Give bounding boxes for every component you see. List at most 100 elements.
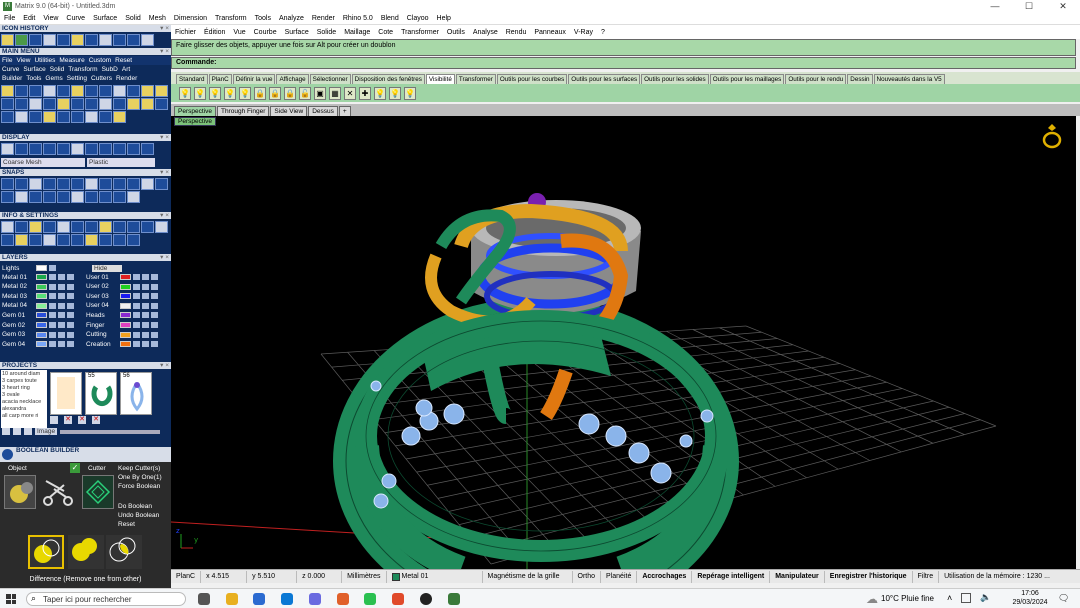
layer-color-swatch[interactable] [36,322,47,328]
rhino-menu-item[interactable]: Courbe [250,29,281,36]
layer-lock-icon[interactable] [133,274,140,280]
tool-icon[interactable] [15,85,28,97]
windows-start-icon[interactable] [6,594,16,604]
taskbar-search-box[interactable]: Taper ici pour rechercher [26,592,186,606]
rhino-menu-item[interactable]: Vue [229,29,249,36]
layer-color-swatch[interactable] [120,274,131,280]
tool-icon[interactable] [141,98,154,110]
tool-icon[interactable] [1,85,14,97]
tool-icon[interactable] [57,85,70,97]
menu-dimension[interactable]: Dimension [170,15,211,22]
tool-icon[interactable] [85,34,98,46]
tool-icon[interactable] [127,143,140,155]
layer-row[interactable]: User 02 [86,283,158,291]
layer-lock-icon[interactable] [133,341,140,348]
layer-material-icon[interactable] [67,293,74,300]
tool-icon[interactable] [99,85,112,97]
toolbar-tab[interactable]: Nouveautés dans la V5 [873,74,945,84]
layer-color-swatch[interactable] [36,341,47,348]
icon-history-header[interactable]: ICON HISTORY ▾ × [0,25,171,32]
tool-icon[interactable] [113,234,126,246]
gem-stone[interactable] [605,425,627,447]
layers-header[interactable]: LAYERS ▾ × [0,254,171,261]
gem-stone[interactable] [650,462,672,484]
layer-lock-icon[interactable] [49,283,56,290]
weather-status[interactable]: 10°C Pluie fine [881,594,934,603]
layer-row[interactable]: User 04 [86,302,158,310]
union-mode-button[interactable] [68,535,104,569]
layer-row[interactable]: Metal 01 [2,273,74,281]
tool-icon[interactable] [127,191,140,203]
tool-icon[interactable] [141,34,154,46]
display-header[interactable]: DISPLAY ▾ × [0,134,171,141]
layer-visibility-icon[interactable] [142,283,149,290]
add-project-icon[interactable] [2,428,10,435]
layer-row[interactable]: Gem 03 [2,331,74,339]
tool-icon[interactable] [99,111,112,123]
layer-material-icon[interactable] [151,302,158,309]
tool-icon[interactable] [29,98,42,110]
command-input[interactable] [222,59,1071,67]
project-list-item[interactable]: 3 carpes toute [2,378,46,385]
layer-color-swatch[interactable] [120,293,131,300]
lock-icon[interactable]: 🔒 [254,86,266,100]
gem-stone[interactable] [415,399,433,417]
tool-icon[interactable] [127,98,140,110]
scissors-icon[interactable] [40,475,76,509]
menu-render[interactable]: Render [308,15,339,22]
main-menu-item[interactable]: Curve [2,65,19,74]
layer-visibility-icon[interactable] [142,302,149,309]
toolbar-tab[interactable]: Disposition des fenêtres [351,74,425,84]
tool-icon[interactable] [29,34,42,46]
project-list-item[interactable]: 3 ovale [2,392,46,399]
tool-icon[interactable] [99,191,112,203]
tool-icon[interactable] [15,143,28,155]
toolbar-tab[interactable]: Dessin [847,74,873,84]
layer-visibility-icon[interactable] [58,293,65,300]
layer-visibility-icon[interactable] [58,283,65,290]
lightbulb-icon[interactable]: 💡 [179,86,191,100]
layer-lock-icon[interactable] [133,302,140,309]
matrix-taskbar-icon[interactable] [448,593,460,605]
tool-icon[interactable] [85,191,98,203]
layer-color-swatch[interactable] [120,302,131,309]
file-explorer-icon[interactable] [226,593,238,605]
layer-visibility-icon[interactable] [58,274,65,280]
viewport-tab[interactable]: Perspective [174,106,216,116]
tool-icon[interactable] [57,191,70,203]
ortho-toggle[interactable]: Ortho [573,570,602,583]
layer-row[interactable]: Gem 01 [2,311,74,319]
layer-row[interactable]: Finger [86,321,158,329]
rhino-menu-item[interactable]: V-Ray [570,29,597,36]
whatsapp-icon[interactable] [364,593,376,605]
current-layer-status[interactable]: Metal 01 [387,570,483,583]
project-list-item[interactable]: 3 heart ring [2,385,46,392]
layer-color-swatch[interactable] [120,331,131,338]
tool-icon[interactable] [99,178,112,190]
layer-row[interactable]: Metal 02 [2,283,74,291]
tool-icon[interactable] [127,221,140,233]
menu-file[interactable]: File [0,15,19,22]
rhino-menu-item[interactable]: Surface [281,29,313,36]
tool-icon[interactable] [15,34,28,46]
project-delete-icon-3[interactable]: ✕ [92,416,100,424]
tool-icon[interactable] [155,221,168,233]
project-list-item[interactable]: 10 around diam [2,371,46,378]
tool-icon[interactable] [15,234,28,246]
layer-material-icon[interactable] [67,341,74,348]
tool-icon[interactable] [15,98,28,110]
project-list-item[interactable]: acacia necklace [2,399,46,406]
gem-stone[interactable] [381,473,397,489]
visibility-tool-icon[interactable]: ▦ [329,86,341,100]
osnap-toggle[interactable]: Accrochages [637,570,693,583]
lightbulb-icon[interactable]: 💡 [374,86,386,100]
tool-icon[interactable] [85,178,98,190]
tool-icon[interactable] [127,85,140,97]
main-menu-item[interactable]: File [2,56,12,65]
tool-icon[interactable] [85,85,98,97]
tool-icon[interactable] [15,221,28,233]
boolean-action[interactable]: Reset [118,520,170,529]
layer-material-icon[interactable] [67,312,74,319]
tool-icon[interactable] [71,234,84,246]
viewport-tab[interactable]: Through Finger [216,106,270,116]
